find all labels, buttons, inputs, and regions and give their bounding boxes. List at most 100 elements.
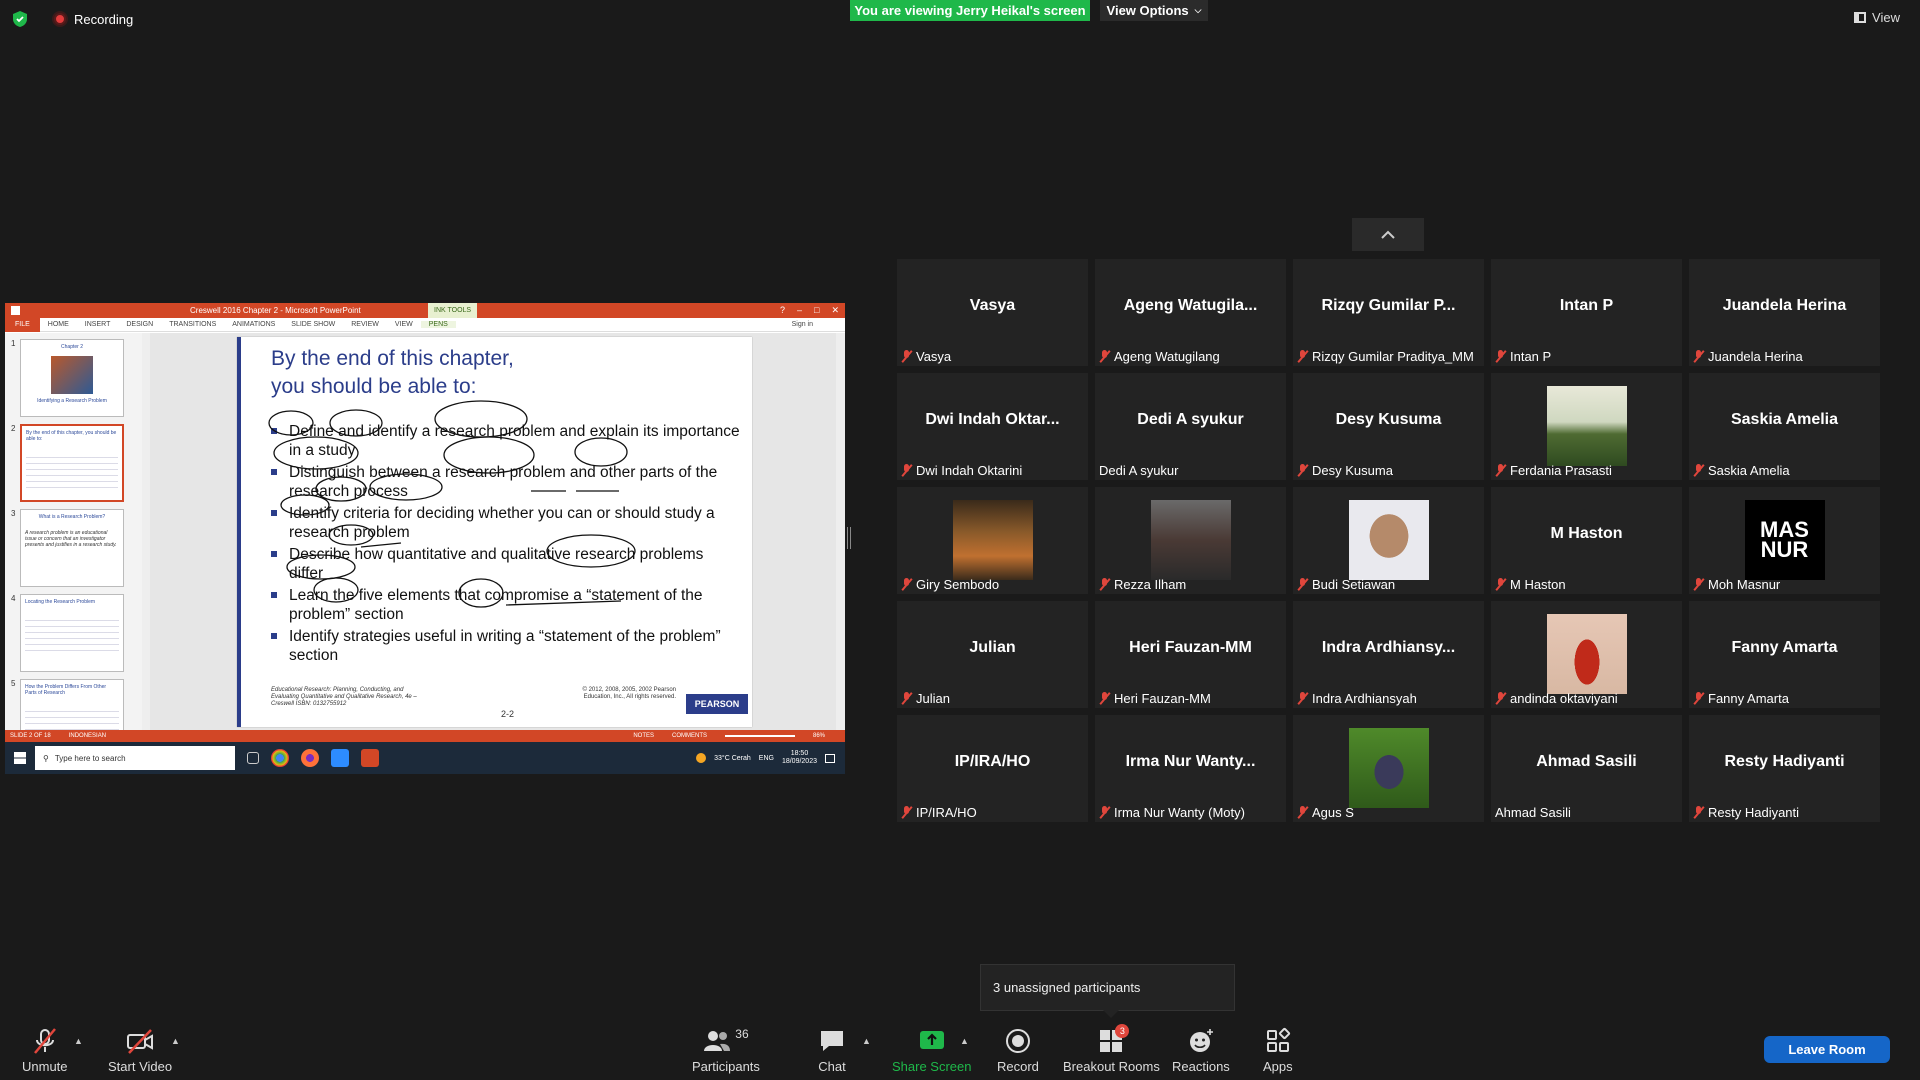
participant-tile[interactable]: Saskia Amelia Saskia Amelia <box>1689 373 1880 480</box>
help-icon[interactable]: ? <box>780 305 785 316</box>
ribbon-tab-review[interactable]: REVIEW <box>343 321 387 328</box>
slide-thumbnail-selected[interactable]: By the end of this chapter, you should b… <box>20 424 124 502</box>
participant-tile[interactable]: Heri Fauzan-MM Heri Fauzan-MM <box>1095 601 1286 708</box>
reactions-label: Reactions <box>1172 1059 1230 1074</box>
participant-tile[interactable]: Rizqy Gumilar P... Rizqy Gumilar Praditya… <box>1293 259 1484 366</box>
thumb-lines <box>26 452 118 492</box>
firefox-icon[interactable] <box>301 749 319 767</box>
participant-tile[interactable]: IP/IRA/HO IP/IRA/HO <box>897 715 1088 822</box>
comments-button[interactable]: COMMENTS <box>672 733 707 739</box>
view-button[interactable]: View <box>1854 10 1900 25</box>
participant-tile[interactable]: Intan P Intan P <box>1491 259 1682 366</box>
thumb-title: How the Problem Differs From Other Parts… <box>25 684 107 696</box>
share-options-caret-icon[interactable]: ▲ <box>960 1036 969 1046</box>
participant-name: Desy Kusuma <box>1312 463 1393 478</box>
participant-tile[interactable]: M Haston M Haston <box>1491 487 1682 594</box>
participant-tile[interactable]: Fanny Amarta Fanny Amarta <box>1689 601 1880 708</box>
participants-button[interactable]: 36 Participants <box>692 1020 760 1080</box>
record-button[interactable]: Record <box>997 1020 1039 1080</box>
windows-start-icon[interactable] <box>14 752 26 764</box>
apps-button[interactable]: Apps <box>1263 1020 1293 1080</box>
slide-canvas[interactable]: By the end of this chapter, you should b… <box>237 337 752 727</box>
shared-screen[interactable]: Creswell 2016 Chapter 2 - Microsoft Powe… <box>5 303 845 774</box>
ribbon-tab-insert[interactable]: INSERT <box>77 321 119 328</box>
mic-muted-icon <box>1693 464 1704 477</box>
slide-thumbnail[interactable]: Locating the Research Problem <box>20 594 124 672</box>
zoom-slider[interactable] <box>724 735 795 737</box>
participant-name: Intan P <box>1510 349 1552 364</box>
unmute-button[interactable]: Unmute <box>22 1020 68 1080</box>
chrome-icon[interactable] <box>271 749 289 767</box>
share-screen-button[interactable]: Share Screen <box>892 1020 972 1080</box>
notification-icon[interactable] <box>825 753 835 763</box>
mic-muted-icon <box>1693 806 1704 819</box>
thumb-number: 5 <box>11 679 16 688</box>
participant-tile[interactable]: Giry Sembodo <box>897 487 1088 594</box>
participant-tile[interactable]: Indra Ardhiansy... Indra Ardhiansyah <box>1293 601 1484 708</box>
participant-tile[interactable]: Dedi A syukur Dedi A syukur <box>1095 373 1286 480</box>
task-view-icon[interactable] <box>247 752 259 764</box>
bullet-list: Define and identify a research problem a… <box>271 422 741 668</box>
panel-splitter-handle[interactable] <box>847 527 851 549</box>
participant-name: IP/IRA/HO <box>916 805 977 820</box>
ppt-workspace: 1 Chapter 2 Identifying a Research Probl… <box>5 333 845 757</box>
weather-text[interactable]: 33°C Cerah <box>714 755 751 762</box>
slide-thumbnail[interactable]: What is a Research Problem? A research p… <box>20 509 124 587</box>
audio-options-caret-icon[interactable]: ▲ <box>74 1036 83 1046</box>
pearson-logo: PEARSON <box>686 694 748 714</box>
breakout-badge: 3 <box>1115 1024 1130 1038</box>
participant-tile[interactable]: Desy Kusuma Desy Kusuma <box>1293 373 1484 480</box>
participant-tile[interactable]: Ahmad Sasili Ahmad Sasili <box>1491 715 1682 822</box>
recording-indicator[interactable]: Recording <box>12 10 133 28</box>
participant-tile[interactable]: Juandela Herina Juandela Herina <box>1689 259 1880 366</box>
sign-in-link[interactable]: Sign in <box>784 321 821 328</box>
minimize-icon[interactable]: – <box>797 305 802 316</box>
leave-room-button[interactable]: Leave Room <box>1764 1036 1890 1063</box>
chat-options-caret-icon[interactable]: ▲ <box>862 1036 871 1046</box>
slide-thumbnail-pane[interactable]: 1 Chapter 2 Identifying a Research Probl… <box>5 333 150 757</box>
language-indicator[interactable]: INDONESIAN <box>69 733 106 739</box>
powerpoint-icon[interactable] <box>361 749 379 767</box>
chat-button[interactable]: Chat <box>818 1020 846 1080</box>
ribbon-tab-design[interactable]: DESIGN <box>118 321 161 328</box>
video-options-caret-icon[interactable]: ▲ <box>171 1036 180 1046</box>
participant-tile[interactable]: andinda oktaviyani <box>1491 601 1682 708</box>
collapse-gallery-button[interactable] <box>1352 218 1424 251</box>
close-icon[interactable]: ✕ <box>831 305 839 316</box>
participant-tile[interactable]: Rezza Ilham <box>1095 487 1286 594</box>
participant-tile[interactable]: Irma Nur Wanty... Irma Nur Wanty (Moty) <box>1095 715 1286 822</box>
participant-tile[interactable]: Budi Setiawan <box>1293 487 1484 594</box>
participant-name-display: Rizqy Gumilar P... <box>1321 297 1456 314</box>
input-language[interactable]: ENG <box>759 755 774 762</box>
clock[interactable]: 18:50 18/09/2023 <box>782 750 817 766</box>
participant-tile[interactable]: MAS NUR Moh Masnur <box>1689 487 1880 594</box>
participant-tile[interactable]: Ageng Watugila... Ageng Watugilang <box>1095 259 1286 366</box>
participant-tile[interactable]: Resty Hadiyanti Resty Hadiyanti <box>1689 715 1880 822</box>
taskbar-search-input[interactable]: ⚲ Type here to search <box>35 746 235 770</box>
participant-name-label: Ahmad Sasili <box>1495 805 1571 820</box>
ribbon-tab-transitions[interactable]: TRANSITIONS <box>161 321 224 328</box>
slide-thumbnail[interactable]: Chapter 2 Identifying a Research Problem <box>20 339 124 417</box>
ribbon-tab-home[interactable]: HOME <box>40 321 77 328</box>
ribbon-tab-pens[interactable]: PENS <box>420 321 456 328</box>
chevron-up-icon <box>1381 230 1395 239</box>
ribbon-tab-view[interactable]: VIEW <box>387 321 421 328</box>
ribbon-tab-animations[interactable]: ANIMATIONS <box>224 321 283 328</box>
start-video-button[interactable]: Start Video <box>108 1020 172 1080</box>
ribbon-tab-file[interactable]: FILE <box>5 317 40 332</box>
participant-tile[interactable]: Agus S <box>1293 715 1484 822</box>
restore-icon[interactable]: □ <box>814 305 819 316</box>
ribbon-tab-slide-show[interactable]: SLIDE SHOW <box>283 321 343 328</box>
thumbnail-scrollbar[interactable] <box>142 333 150 730</box>
view-options-button[interactable]: View Options ⌵ <box>1100 0 1208 21</box>
participant-tile[interactable]: Julian Julian <box>897 601 1088 708</box>
participant-tile[interactable]: Ferdania Prasasti <box>1491 373 1682 480</box>
slide-scrollbar[interactable] <box>836 333 845 730</box>
notes-button[interactable]: NOTES <box>633 733 654 739</box>
reactions-button[interactable]: Reactions <box>1172 1020 1230 1080</box>
participant-tile[interactable]: Dwi Indah Oktar... Dwi Indah Oktarini <box>897 373 1088 480</box>
participant-tile[interactable]: Vasya Vasya <box>897 259 1088 366</box>
participant-name-label: Fanny Amarta <box>1693 691 1789 706</box>
breakout-rooms-button[interactable]: 3 Breakout Rooms <box>1063 1020 1160 1080</box>
zoom-app-icon[interactable] <box>331 749 349 767</box>
